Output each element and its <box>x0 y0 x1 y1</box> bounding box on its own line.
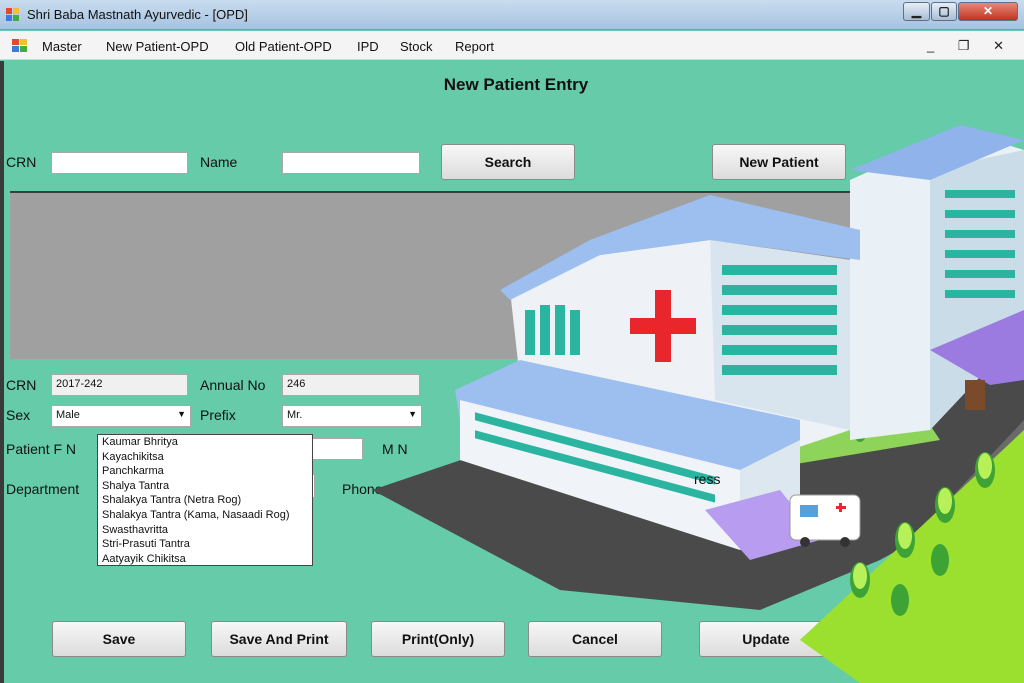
minimize-button[interactable]: ▁ <box>903 2 930 21</box>
search-crn-label: CRN <box>6 154 37 170</box>
prefix-label: Prefix <box>200 407 236 423</box>
department-option[interactable]: Kayachikitsa <box>98 450 312 465</box>
menu-old-patient-opd[interactable]: Old Patient-OPD <box>235 39 332 54</box>
crn-label: CRN <box>6 377 37 393</box>
menu-master[interactable]: Master <box>42 39 82 54</box>
department-option[interactable]: Shalakya Tantra (Kama, Nasaadi Rog) <box>98 508 312 523</box>
department-option[interactable]: Aatyayik Chikitsa <box>98 552 312 567</box>
menu-new-patient-opd[interactable]: New Patient-OPD <box>106 39 209 54</box>
sex-label: Sex <box>6 407 31 423</box>
menu-report[interactable]: Report <box>455 39 494 54</box>
search-name-label: Name <box>200 154 238 170</box>
hospital-illustration <box>372 125 1024 683</box>
address-label: ress <box>694 471 721 487</box>
mdi-window-controls[interactable]: _ ❐ ✕ <box>927 38 1014 54</box>
prefix-select-value: Mr. <box>287 409 303 421</box>
close-button[interactable]: ✕ <box>958 2 1018 21</box>
annual-no-label: Annual No <box>200 377 266 393</box>
sex-select[interactable]: Male ▼ <box>51 405 191 427</box>
search-crn-input[interactable] <box>51 152 188 174</box>
menu-bar: Master New Patient-OPD Old Patient-OPD I… <box>0 31 1024 60</box>
save-button[interactable]: Save <box>52 621 186 657</box>
window-title: Shri Baba Mastnath Ayurvedic - [OPD] <box>27 7 248 22</box>
application-window: Shri Baba Mastnath Ayurvedic - [OPD] ▁ ▢… <box>0 0 1024 683</box>
menu-ipd[interactable]: IPD <box>357 39 379 54</box>
app-icon <box>6 8 19 21</box>
patient-first-name-label: Patient F N <box>6 441 77 457</box>
department-option[interactable]: Shalakya Tantra (Netra Rog) <box>98 493 312 508</box>
chevron-down-icon: ▼ <box>177 409 186 419</box>
title-bar: Shri Baba Mastnath Ayurvedic - [OPD] ▁ ▢… <box>0 0 1024 30</box>
department-dropdown-list[interactable]: Kaumar Bhritya Kayachikitsa Panchkarma S… <box>97 434 313 566</box>
department-option[interactable]: Stri-Prasuti Tantra <box>98 537 312 552</box>
department-label: Department <box>6 481 80 497</box>
department-option[interactable]: Shalya Tantra <box>98 479 312 494</box>
department-option[interactable]: Panchkarma <box>98 464 312 479</box>
department-option[interactable]: Kaumar Bhritya <box>98 435 312 450</box>
sex-select-value: Male <box>56 409 80 421</box>
crn-field[interactable]: 2017-242 <box>51 374 188 396</box>
department-option[interactable]: Swasthavritta <box>98 523 312 538</box>
menu-stock[interactable]: Stock <box>400 39 433 54</box>
mdi-child-icon[interactable] <box>12 39 28 53</box>
save-and-print-button[interactable]: Save And Print <box>211 621 347 657</box>
maximize-button[interactable]: ▢ <box>931 2 957 21</box>
